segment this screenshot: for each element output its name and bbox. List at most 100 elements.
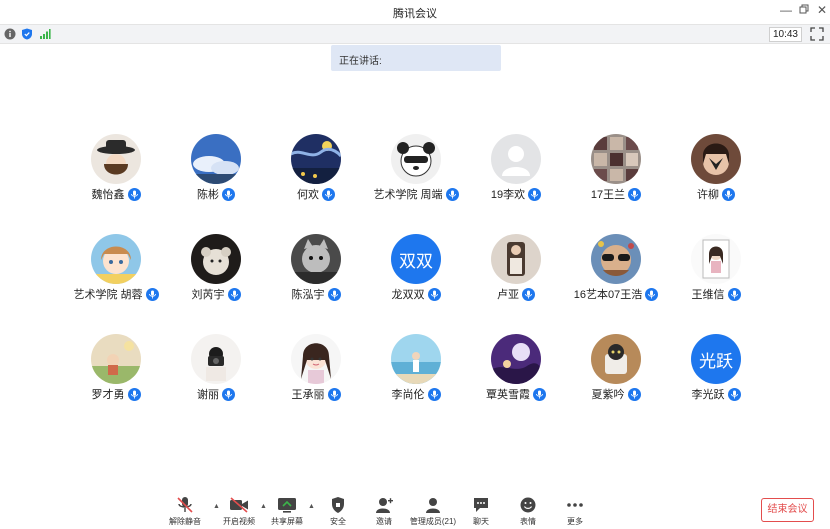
minimize-button[interactable]: — (778, 3, 794, 17)
participant-tile[interactable]: 王承丽 (266, 334, 366, 414)
participant-tile[interactable]: 陈泓宇 (266, 234, 366, 314)
participant-tile[interactable]: 许柳 (666, 134, 766, 214)
participant-tile[interactable]: 覃英雪霞 (466, 334, 566, 414)
mic-icon (127, 387, 141, 401)
share-screen-label: 共享屏幕 (271, 517, 303, 526)
mic-icon (427, 387, 441, 401)
participant-tile[interactable]: 16艺本07王浩 (566, 234, 666, 314)
participant-name: 何欢 (297, 189, 319, 201)
participant-tile[interactable]: 罗才勇 (66, 334, 166, 414)
avatar (91, 334, 141, 384)
security-button[interactable]: 安全 (312, 490, 364, 529)
mic-muted-icon (177, 497, 193, 513)
participant-tile[interactable]: 李尚伦 (366, 334, 466, 414)
avatar (591, 134, 641, 184)
participant-name: 卢亚 (497, 289, 519, 301)
participant-tile[interactable]: 艺术学院 胡蓉 (66, 234, 166, 314)
fullscreen-icon[interactable] (810, 27, 824, 41)
participant-name: 19李欢 (490, 189, 526, 201)
participant-name: 夏紫吟 (591, 389, 625, 401)
avatar (491, 334, 541, 384)
signal-icon[interactable] (39, 28, 51, 40)
avatar (191, 234, 241, 284)
emoji-label: 表情 (520, 517, 536, 526)
participant-tile[interactable]: 谢丽 (166, 334, 266, 414)
avatar (391, 334, 441, 384)
mic-icon (322, 187, 335, 201)
status-bar: 10:43 (0, 24, 830, 44)
speaking-indicator: 正在讲话: (331, 45, 501, 71)
participant-name: 王承丽 (291, 389, 325, 401)
participant-name: 16艺本07王浩 (573, 289, 643, 301)
participant-tile[interactable]: 双双 龙双双 (366, 234, 466, 314)
participant-name: 谢丽 (197, 389, 219, 401)
mic-icon (727, 387, 741, 401)
speaking-label: 正在讲话: (339, 56, 382, 67)
participant-name: 罗才勇 (91, 389, 125, 401)
participant-name: 陈泓宇 (291, 289, 325, 301)
mic-icon (627, 387, 641, 401)
participant-name: 王维信 (691, 289, 725, 301)
mic-icon (533, 387, 546, 401)
participant-tile[interactable]: 陈彬 (166, 134, 266, 214)
chat-icon (474, 498, 488, 512)
avatar (291, 334, 341, 384)
share-screen-button[interactable]: 共享屏幕 (261, 490, 313, 529)
avatar (391, 134, 441, 184)
end-meeting-button[interactable]: 结束会议 (761, 498, 814, 522)
participant-tile[interactable]: 王维信 (666, 234, 766, 314)
participant-name-line: 李光跃 (646, 386, 786, 402)
chat-button[interactable]: 聊天 (455, 490, 507, 529)
more-icon (567, 503, 583, 507)
participant-name-line: 许柳 (646, 186, 786, 202)
start-video-button[interactable]: 开启视频 (213, 490, 265, 529)
participant-tile[interactable]: 19李欢 (466, 134, 566, 214)
participant-tile[interactable]: 魏怡鑫 (66, 134, 166, 214)
participant-tile[interactable]: 艺术学院 周端 (366, 134, 466, 214)
participant-tile[interactable]: 夏紫吟 (566, 334, 666, 414)
unmute-button[interactable]: 解除静音 (159, 490, 211, 529)
participant-tile[interactable]: 光跃 李光跃 (666, 334, 766, 414)
participant-tile[interactable]: 刘芮宇 (166, 234, 266, 314)
mic-icon (127, 187, 141, 201)
avatar (591, 334, 641, 384)
info-icon[interactable] (4, 28, 16, 40)
security-shield-icon (332, 497, 344, 513)
camera-off-icon (230, 497, 248, 513)
participant-tile[interactable]: 何欢 (266, 134, 366, 214)
avatar (191, 334, 241, 384)
meeting-toolbar: 解除静音 ▲ 开启视频 ▲ 共享屏幕 ▲ 安全 邀请 管理成员(21) 聊天 表… (0, 490, 830, 529)
shield-icon[interactable] (21, 28, 33, 40)
more-button[interactable]: 更多 (549, 490, 601, 529)
participant-tile[interactable]: 卢亚 (466, 234, 566, 314)
avatar (91, 134, 141, 184)
manage-members-button[interactable]: 管理成员(21) (407, 490, 459, 529)
avatar (491, 134, 541, 184)
mic-icon (327, 287, 341, 301)
participant-tile[interactable]: 17王兰 (566, 134, 666, 214)
emoji-icon (520, 497, 536, 513)
avatar (191, 134, 241, 184)
invite-button[interactable]: 邀请 (358, 490, 410, 529)
more-label: 更多 (567, 517, 583, 526)
invite-icon (376, 498, 393, 513)
restore-button[interactable] (796, 3, 812, 17)
mic-icon (528, 187, 542, 201)
mic-icon (222, 387, 235, 401)
mic-icon (727, 287, 741, 301)
mic-icon (522, 287, 535, 301)
participant-name: 覃英雪霞 (486, 389, 530, 401)
title-bar: 腾讯会议 — ✕ (0, 0, 830, 24)
invite-label: 邀请 (376, 517, 392, 526)
close-button[interactable]: ✕ (814, 3, 830, 17)
mic-icon (427, 287, 441, 301)
security-label: 安全 (330, 517, 346, 526)
start-video-label: 开启视频 (223, 517, 255, 526)
emoji-button[interactable]: 表情 (502, 490, 554, 529)
mic-icon (222, 187, 235, 201)
avatar (91, 234, 141, 284)
mic-icon (327, 387, 341, 401)
participant-name: 艺术学院 周端 (373, 189, 443, 201)
avatar (691, 234, 741, 284)
manage-members-label: 管理成员(21) (409, 517, 457, 526)
